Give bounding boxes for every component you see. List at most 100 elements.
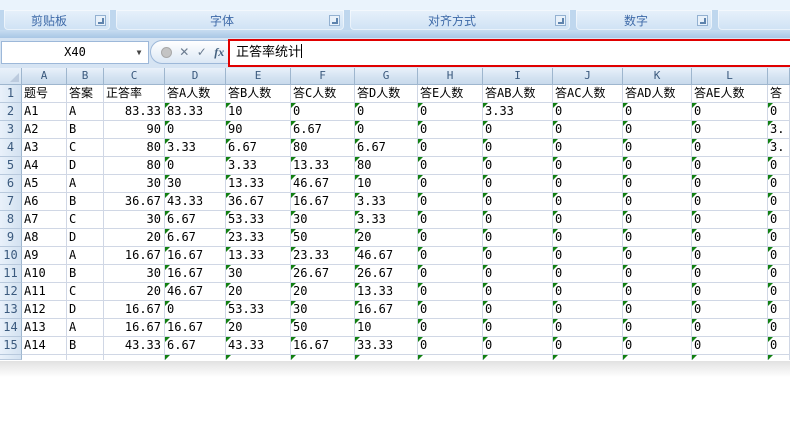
cell[interactable]: 90 (104, 121, 165, 139)
cell[interactable]: 90 (226, 121, 291, 139)
dialog-launcher-icon[interactable] (329, 15, 340, 26)
cell[interactable]: 13.33 (226, 247, 291, 265)
row-header[interactable]: 15 (0, 337, 22, 355)
cell[interactable]: 16.67 (165, 247, 226, 265)
cell[interactable]: 80 (104, 139, 165, 157)
cell[interactable] (623, 355, 692, 360)
cell[interactable] (483, 355, 553, 360)
row-header[interactable]: 7 (0, 193, 22, 211)
cell[interactable]: 23.33 (226, 229, 291, 247)
cell[interactable]: 0 (692, 319, 768, 337)
cell[interactable]: 16.67 (355, 301, 418, 319)
cell[interactable]: D (67, 301, 104, 319)
formula-input[interactable]: 正答率统计 (228, 39, 790, 67)
cell[interactable]: 0 (418, 229, 483, 247)
cell[interactable]: A9 (22, 247, 67, 265)
cell[interactable]: 6.67 (226, 139, 291, 157)
cell[interactable]: A2 (22, 121, 67, 139)
cell[interactable] (692, 355, 768, 360)
dialog-launcher-icon[interactable] (95, 15, 106, 26)
cell[interactable]: A12 (22, 301, 67, 319)
cell[interactable]: 0 (483, 157, 553, 175)
cell[interactable]: 36.67 (226, 193, 291, 211)
cell[interactable]: 0 (418, 193, 483, 211)
cell[interactable]: 16.67 (104, 247, 165, 265)
cell[interactable]: 6.67 (165, 229, 226, 247)
cell[interactable] (768, 355, 790, 360)
cell[interactable]: 0 (553, 319, 623, 337)
cell[interactable]: 0 (768, 175, 790, 193)
cell[interactable]: 0 (553, 121, 623, 139)
cell[interactable]: 30 (165, 175, 226, 193)
cell[interactable]: 0 (692, 193, 768, 211)
cell[interactable]: 0 (692, 229, 768, 247)
cell[interactable]: A5 (22, 175, 67, 193)
cell[interactable]: 0 (483, 265, 553, 283)
cell[interactable]: 0 (418, 139, 483, 157)
cell[interactable]: 0 (553, 301, 623, 319)
cell[interactable]: 0 (418, 103, 483, 121)
cell[interactable]: 36.67 (104, 193, 165, 211)
cell[interactable]: 20 (104, 283, 165, 301)
cell[interactable]: 0 (553, 175, 623, 193)
row-header[interactable]: 2 (0, 103, 22, 121)
cell[interactable]: 0 (768, 265, 790, 283)
cell[interactable]: 80 (104, 157, 165, 175)
cell[interactable]: 0 (553, 283, 623, 301)
cell[interactable]: 0 (418, 301, 483, 319)
cell[interactable]: 0 (768, 103, 790, 121)
cell[interactable]: 0 (623, 157, 692, 175)
cell[interactable]: 0 (692, 283, 768, 301)
cell[interactable]: 16.67 (165, 265, 226, 283)
cell[interactable]: 0 (623, 229, 692, 247)
cell[interactable]: 46.67 (291, 175, 355, 193)
cell[interactable]: 3.33 (226, 157, 291, 175)
cell[interactable]: C (67, 139, 104, 157)
cell[interactable] (165, 355, 226, 360)
select-all-corner[interactable] (0, 68, 22, 85)
cell[interactable]: 20 (291, 283, 355, 301)
cell[interactable]: 83.33 (104, 103, 165, 121)
row-header[interactable]: 1 (0, 85, 22, 103)
column-header[interactable]: K (623, 68, 692, 85)
row-header[interactable]: 12 (0, 283, 22, 301)
cell[interactable]: 答AB人数 (483, 85, 553, 103)
cell[interactable]: 0 (692, 103, 768, 121)
cell[interactable]: A3 (22, 139, 67, 157)
column-header[interactable]: I (483, 68, 553, 85)
cell[interactable] (553, 355, 623, 360)
cell[interactable]: 3.33 (355, 193, 418, 211)
cell[interactable]: 0 (553, 139, 623, 157)
cell[interactable]: 0 (418, 283, 483, 301)
cell[interactable]: 0 (692, 211, 768, 229)
cell[interactable]: 答C人数 (291, 85, 355, 103)
cell[interactable]: 0 (553, 229, 623, 247)
cell[interactable]: 6.67 (165, 337, 226, 355)
cell[interactable]: 13.33 (226, 175, 291, 193)
cell[interactable]: 0 (483, 319, 553, 337)
cell[interactable]: 50 (291, 229, 355, 247)
cell[interactable]: A13 (22, 319, 67, 337)
cell[interactable]: 30 (291, 301, 355, 319)
column-header[interactable]: D (165, 68, 226, 85)
cell[interactable]: 答B人数 (226, 85, 291, 103)
cell[interactable]: 33.33 (355, 337, 418, 355)
cell[interactable]: 10 (355, 175, 418, 193)
dialog-launcher-icon[interactable] (697, 15, 708, 26)
cell[interactable]: 16.67 (165, 319, 226, 337)
cell[interactable]: 30 (104, 175, 165, 193)
cell[interactable] (418, 355, 483, 360)
dialog-launcher-icon[interactable] (555, 15, 566, 26)
cell[interactable]: 0 (418, 319, 483, 337)
cell[interactable]: A4 (22, 157, 67, 175)
cell[interactable]: 6.67 (291, 121, 355, 139)
cell[interactable]: 0 (165, 157, 226, 175)
cell[interactable]: 0 (483, 229, 553, 247)
cell[interactable]: 0 (623, 193, 692, 211)
cell[interactable]: 0 (355, 103, 418, 121)
row-header[interactable]: 13 (0, 301, 22, 319)
cell[interactable]: 0 (623, 103, 692, 121)
column-header[interactable]: F (291, 68, 355, 85)
cell[interactable]: 0 (483, 175, 553, 193)
insert-function-button[interactable]: fx (214, 45, 224, 60)
